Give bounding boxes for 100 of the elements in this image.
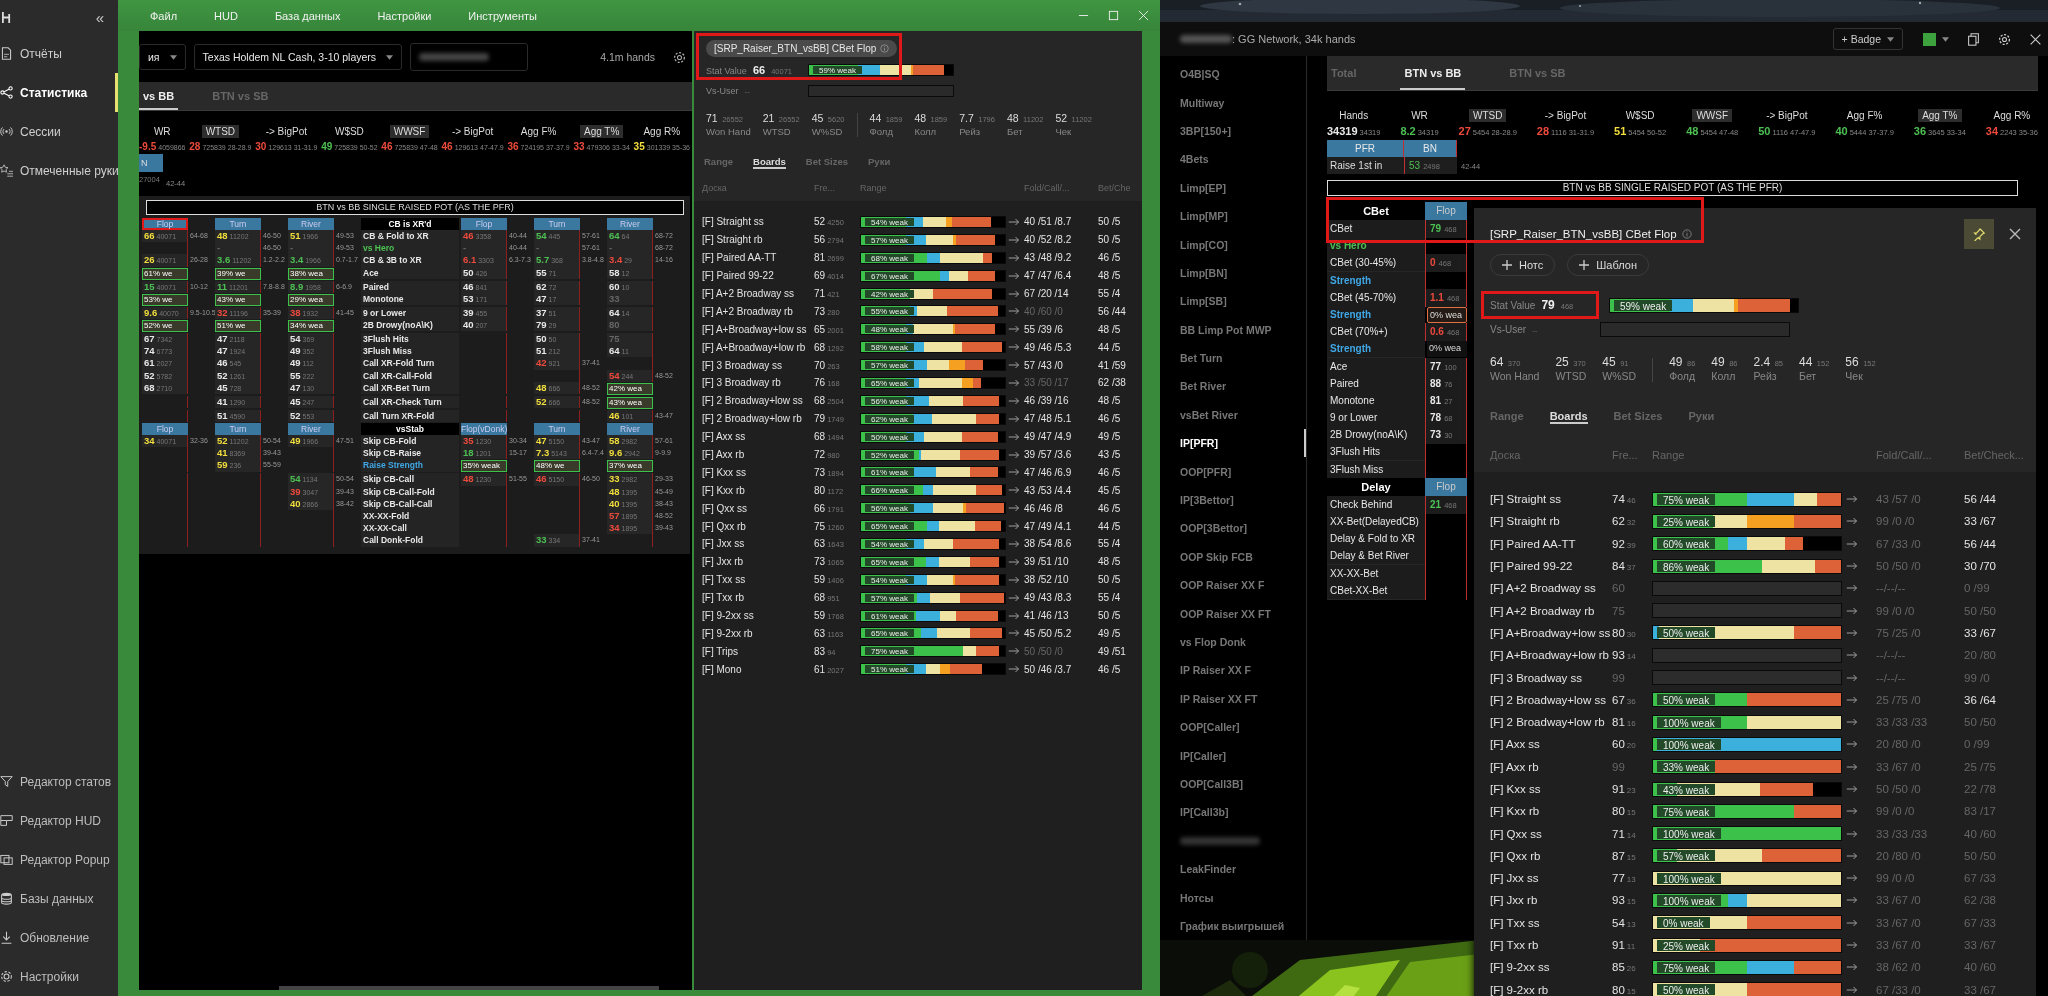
nav-item[interactable]: Статистика [0, 73, 118, 112]
nav-item[interactable]: IP Raiser XX F [1160, 656, 1306, 685]
nav-item[interactable]: 4Bets [1160, 145, 1306, 174]
nav-item[interactable]: Отчёты [0, 34, 118, 73]
nav-item[interactable]: IP Raiser XX FT [1160, 684, 1306, 713]
blurred-field[interactable] [410, 43, 529, 71]
nav-item[interactable]: BB Limp Pot MWP [1160, 315, 1306, 344]
tab[interactable]: vs BB [139, 82, 179, 110]
column-header[interactable]: Fold/Call/... [1024, 183, 1096, 193]
stat-label: Agg F% [1845, 109, 1884, 122]
bet-check-value: 48 /5 [1098, 323, 1122, 335]
menu-item[interactable]: База данных [274, 9, 341, 22]
arrow-icon [1846, 762, 1858, 771]
column-header[interactable]: Range [860, 183, 1006, 193]
column-header[interactable]: Bet/Check... [1964, 449, 2036, 461]
nav-item[interactable]: Limp[MP] [1160, 201, 1306, 231]
settings-icon[interactable] [1998, 32, 2011, 46]
nav-item[interactable]: Bet Turn [1160, 343, 1306, 373]
column-header[interactable]: Fold/Call/... [1876, 449, 1960, 461]
menu-item[interactable]: Инструменты [468, 9, 537, 22]
nav-item[interactable]: Базы данных [0, 879, 118, 918]
bet-check-value: 33 /67 [1964, 939, 1997, 952]
nav-item[interactable]: IP[Call3b] [1160, 798, 1306, 827]
badge-dropdown[interactable]: + Badge [1832, 28, 1903, 50]
fold-call-value: 50 /50 /0 [1024, 645, 1064, 657]
nav-item[interactable]: Limp[BN] [1160, 258, 1306, 288]
nav-item[interactable]: OOP[Caller] [1160, 713, 1306, 742]
fold-call-value: 47 /47 /6.4 [1024, 270, 1073, 282]
weak-label: 100% weak [1657, 872, 1721, 884]
tab[interactable]: BTN vs SB [1505, 56, 1570, 90]
board-name: [F] Axx ss [702, 431, 747, 443]
fold-call-value: 50 /50 /0 [1876, 783, 1922, 795]
nav-item[interactable]: IP[Caller] [1160, 741, 1306, 770]
tab[interactable]: Range [704, 153, 734, 169]
nav-item[interactable]: Limp[EP] [1160, 173, 1306, 202]
menu-item[interactable]: Файл [150, 9, 178, 22]
nav-item[interactable]: Редактор Popup [0, 840, 118, 879]
nav-item[interactable]: 3BP[150+] [1160, 116, 1306, 146]
column-header[interactable]: Доска [702, 183, 812, 193]
stat-value: 50 [1758, 125, 1771, 137]
nav-item[interactable]: vs Flop Donk [1160, 627, 1306, 657]
tab[interactable]: Boards [1549, 408, 1588, 424]
stat-label: Чек [1845, 370, 1864, 382]
nav-item[interactable]: LeakFinder [1160, 854, 1306, 884]
copy-icon[interactable] [1967, 32, 1980, 46]
nav-item[interactable]: IP[PFR] [1160, 429, 1306, 458]
nav-item[interactable]: OOP Raiser XX F [1160, 571, 1306, 600]
tab[interactable]: BTN vs SB [208, 82, 273, 110]
nav-item[interactable]: OOP[Call3B] [1160, 769, 1306, 799]
nav-item[interactable]: График выигрышей [1160, 911, 1306, 941]
collapse-button[interactable]: « [95, 8, 104, 26]
tab[interactable]: Bet Sizes [805, 153, 849, 169]
nav-item[interactable]: Bet River [1160, 372, 1306, 401]
tab[interactable]: Руки [868, 153, 891, 169]
nav-item[interactable]: Отмеченные руки [0, 151, 118, 190]
close-icon[interactable] [2029, 32, 2042, 46]
nav-item[interactable]: Нотсы [1160, 883, 1306, 912]
pin-button[interactable] [1964, 219, 1994, 249]
nav-item[interactable]: OOP Skip FCB [1160, 542, 1306, 572]
row-label: CBet (70%+) [1327, 323, 1425, 342]
tab[interactable]: Boards [753, 153, 786, 169]
column-header[interactable]: Fre... [1612, 449, 1648, 461]
nav-item[interactable]: Редактор статов [0, 762, 118, 801]
nav-item[interactable]: IP[3Bettor] [1160, 485, 1306, 515]
nav-item[interactable]: O4B|SQ [1160, 60, 1306, 89]
nav-item[interactable]: Multiway [1160, 88, 1306, 117]
color-dropdown[interactable] [1923, 32, 1949, 46]
nav-item[interactable]: OOP[PFR] [1160, 457, 1306, 486]
nav-item[interactable]: Обновление [0, 918, 118, 957]
column-header[interactable]: Range [1652, 449, 1842, 461]
nav-item[interactable]: vsBet River [1160, 400, 1306, 430]
settings-icon[interactable] [673, 50, 686, 64]
column-header[interactable]: Bet/Che [1098, 183, 1142, 193]
nav-item[interactable]: OOP[3Bettor] [1160, 514, 1306, 543]
weak-label: 86% weak [1657, 560, 1716, 572]
filter-dropdown[interactable]: ия [139, 44, 186, 70]
weak-label: 65% weak [865, 629, 914, 638]
weak-label: 62% weak [865, 414, 914, 423]
board-name: [F] Axx rb [1490, 760, 1540, 773]
tab[interactable]: Руки [1688, 408, 1715, 424]
nav-item[interactable]: OOP Raiser XX FT [1160, 599, 1306, 628]
nav-item[interactable]: Настройки [0, 957, 118, 996]
tab[interactable]: BTN vs BB [1400, 56, 1466, 90]
arrow-icon [1008, 307, 1020, 316]
nav-item[interactable]: Сессии [0, 112, 118, 151]
nav-item[interactable]: Редактор HUD [0, 801, 118, 840]
tab[interactable]: Bet Sizes [1613, 408, 1663, 424]
fold-call-value: 33 /33 /33 [1876, 827, 1929, 840]
column-header[interactable]: Доска [1490, 449, 1608, 461]
stat-value: 49 [1669, 355, 1683, 369]
tab[interactable]: Range [1490, 408, 1524, 424]
menu-item[interactable]: Настройки [377, 9, 432, 22]
filter-dropdown[interactable]: Texas Holdem NL Cash, 3-10 players [193, 44, 403, 70]
nav-item[interactable]: Limp[SB] [1160, 287, 1306, 316]
tab[interactable]: Total [1327, 56, 1361, 90]
column-header[interactable]: Fre... [814, 183, 858, 193]
board-name: [F] Straight rb [1490, 515, 1561, 528]
nav-item[interactable]: Limp[CO] [1160, 230, 1306, 259]
scrollbar[interactable] [279, 986, 659, 990]
menu-item[interactable]: HUD [214, 9, 238, 22]
